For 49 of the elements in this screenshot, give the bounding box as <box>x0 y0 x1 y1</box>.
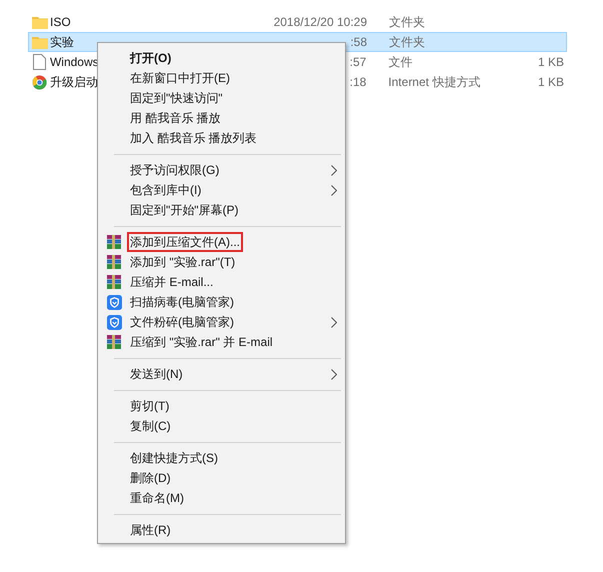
menu-item[interactable]: 加入 酷我音乐 播放列表 <box>98 128 345 148</box>
file-name: 升级启动 <box>50 75 98 89</box>
browser-icon <box>32 74 48 90</box>
menu-item[interactable]: 剪切(T) <box>98 396 345 416</box>
menu-item[interactable]: 复制(C) <box>98 416 345 436</box>
menu-item[interactable]: 在新窗口中打开(E) <box>98 68 345 88</box>
file-type: 文件 <box>388 55 412 69</box>
shield-icon <box>106 314 122 330</box>
menu-item[interactable]: 打开(O) <box>98 48 345 68</box>
menu-item[interactable]: 创建快捷方式(S) <box>98 448 345 468</box>
menu-item[interactable]: 添加到 "实验.rar"(T) <box>98 252 345 272</box>
books-icon <box>106 274 122 290</box>
file-size: 1 KB <box>538 54 564 71</box>
menu-item[interactable]: 重命名(M) <box>98 488 345 508</box>
modified-date: :58 <box>350 34 367 51</box>
menu-item[interactable]: 压缩到 "实验.rar" 并 E-mail <box>98 332 345 352</box>
menu-item[interactable]: 授予访问权限(G) <box>98 160 345 180</box>
menu-item[interactable]: 用 酷我音乐 播放 <box>98 108 345 128</box>
chevron-right-icon <box>331 164 337 176</box>
chevron-right-icon <box>331 368 337 380</box>
chevron-right-icon <box>331 184 337 196</box>
file-name: ISO <box>50 15 71 29</box>
modified-date: 2018/12/20 10:29 <box>274 14 367 31</box>
menu-item[interactable]: 压缩并 E-mail... <box>98 272 345 292</box>
menu-item[interactable]: 删除(D) <box>98 468 345 488</box>
file-type: 文件夹 <box>389 15 425 29</box>
menu-item[interactable]: 添加到压缩文件(A)... <box>98 232 345 252</box>
menu-item[interactable]: 属性(R) <box>98 520 345 540</box>
books-icon <box>106 334 122 350</box>
chevron-right-icon <box>331 316 337 328</box>
menu-item[interactable]: 包含到库中(I) <box>98 180 345 200</box>
shield-icon <box>106 294 122 310</box>
file-name: Windows <box>50 55 99 69</box>
file-type: Internet 快捷方式 <box>388 75 480 89</box>
file-size: 1 KB <box>538 74 564 91</box>
folder-icon <box>32 15 48 29</box>
books-icon <box>106 234 122 250</box>
file-type: 文件夹 <box>389 35 425 49</box>
modified-date: :18 <box>350 74 366 91</box>
menu-item[interactable]: 固定到"快速访问" <box>98 88 345 108</box>
file-name: 实验 <box>50 35 74 49</box>
menu-item[interactable]: 扫描病毒(电脑管家) <box>98 292 345 312</box>
books-icon <box>106 254 122 270</box>
menu-item[interactable]: 文件粉碎(电脑管家) <box>98 312 345 332</box>
modified-date: :57 <box>350 54 366 71</box>
document-icon <box>33 54 46 70</box>
menu-item[interactable]: 固定到"开始"屏幕(P) <box>98 200 345 220</box>
folder-icon <box>32 35 48 49</box>
menu-item[interactable]: 发送到(N) <box>98 364 345 384</box>
